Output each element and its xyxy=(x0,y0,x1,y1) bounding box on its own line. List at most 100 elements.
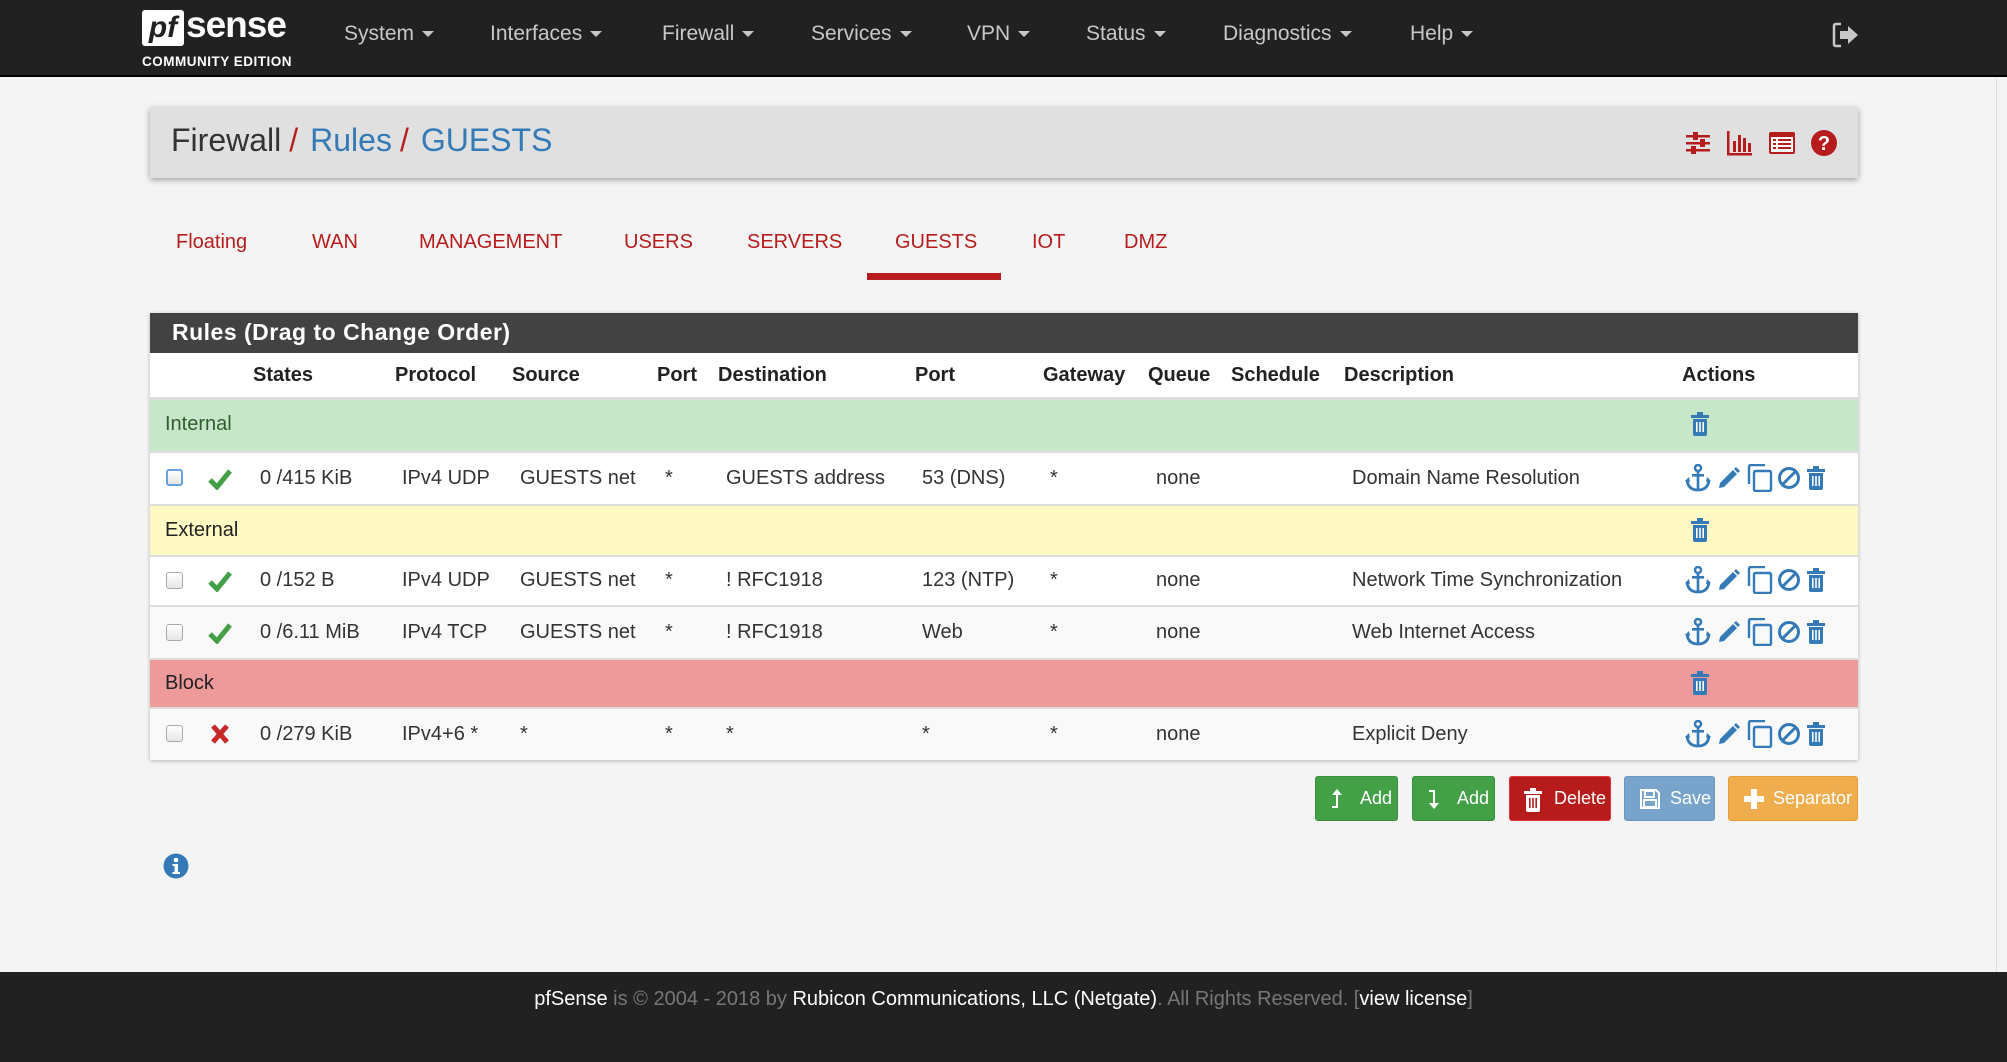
rule-actions xyxy=(1685,618,1825,648)
delete-separator-icon[interactable] xyxy=(1691,518,1709,542)
pencil-icon[interactable] xyxy=(1717,620,1741,644)
question-circle-icon[interactable]: ? xyxy=(1810,129,1838,157)
pencil-icon[interactable] xyxy=(1717,722,1741,746)
list-alt-icon[interactable] xyxy=(1768,129,1796,157)
copy-icon[interactable] xyxy=(1747,464,1773,492)
tab-floating[interactable]: Floating xyxy=(176,231,247,254)
ban-icon[interactable] xyxy=(1777,620,1801,644)
col-queue: Queue xyxy=(1148,364,1211,386)
nav-menu-services[interactable]: Services xyxy=(811,22,912,46)
ban-icon[interactable] xyxy=(1777,568,1801,592)
rule-gateway: * xyxy=(1050,621,1058,643)
nav-menu-help[interactable]: Help xyxy=(1410,22,1474,46)
separator-label: Separator xyxy=(1773,788,1853,808)
rule-source: * xyxy=(520,723,528,745)
rule-description: Web Internet Access xyxy=(1352,621,1536,643)
col-actions: Actions xyxy=(1682,364,1756,386)
tab-iot[interactable]: IOT xyxy=(1032,231,1065,254)
rule-select-checkbox[interactable] xyxy=(166,572,183,589)
ban-icon[interactable] xyxy=(1777,466,1801,490)
nav-menu-firewall[interactable]: Firewall xyxy=(662,22,755,46)
nav-menu-interfaces[interactable]: Interfaces xyxy=(490,22,603,46)
tab-management[interactable]: MANAGEMENT xyxy=(419,231,562,254)
anchor-icon[interactable] xyxy=(1685,464,1711,492)
tab-wan[interactable]: WAN xyxy=(312,231,358,254)
copy-icon[interactable] xyxy=(1747,566,1773,594)
sliders-icon[interactable] xyxy=(1684,129,1712,157)
ban-icon[interactable] xyxy=(1777,722,1801,746)
rule-states[interactable]: 0 /279 KiB xyxy=(260,723,352,746)
footer-rights: . All Rights Reserved. [ xyxy=(1157,988,1360,1010)
caret-down-icon xyxy=(1339,31,1352,38)
rule-states[interactable]: 0 /152 B xyxy=(260,569,335,592)
rule-destination[interactable]: ! RFC1918 xyxy=(726,569,823,592)
info-circle-icon[interactable] xyxy=(163,853,189,879)
rule-actions xyxy=(1685,566,1825,596)
save-label: Save xyxy=(1670,788,1712,808)
table-row[interactable]: 0 /152 B IPv4 UDP GUESTS net * ! RFC1918… xyxy=(150,555,1858,605)
trash-icon[interactable] xyxy=(1807,568,1825,592)
add-rule-bottom-button[interactable]: Add xyxy=(1412,776,1495,821)
col-description: Description xyxy=(1344,364,1455,386)
separator-row[interactable]: Internal xyxy=(150,400,1858,451)
tab-guests[interactable]: GUESTS xyxy=(895,231,977,254)
breadcrumb-firewall: Firewall xyxy=(171,122,282,158)
copy-icon[interactable] xyxy=(1747,720,1773,748)
plus-icon xyxy=(1744,789,1764,809)
trash-icon[interactable] xyxy=(1807,722,1825,746)
table-header: States Protocol Source Port Destination … xyxy=(150,353,1858,400)
footer-company-link[interactable]: Rubicon Communications, LLC (Netgate) xyxy=(792,988,1157,1010)
separator-label: Block xyxy=(165,672,214,694)
rule-dest-port[interactable]: Web xyxy=(922,621,963,644)
rule-select-checkbox[interactable] xyxy=(166,469,183,486)
rule-actions xyxy=(1685,464,1825,494)
copy-icon[interactable] xyxy=(1747,618,1773,646)
rule-states[interactable]: 0 /415 KiB xyxy=(260,467,352,490)
nav-menu-system[interactable]: System xyxy=(344,22,435,46)
anchor-icon[interactable] xyxy=(1685,618,1711,646)
table-row[interactable]: 0 /415 KiB IPv4 UDP GUESTS net * GUESTS … xyxy=(150,451,1858,504)
col-states: States xyxy=(253,364,314,386)
trash-icon[interactable] xyxy=(1807,466,1825,490)
table-row[interactable]: 0 /6.11 MiB IPv4 TCP GUESTS net * ! RFC1… xyxy=(150,605,1858,658)
save-button[interactable]: Save xyxy=(1624,776,1715,821)
pencil-icon[interactable] xyxy=(1717,568,1741,592)
rule-queue: none xyxy=(1156,723,1201,745)
footer-product-link[interactable]: pfSense xyxy=(534,988,607,1010)
col-gateway: Gateway xyxy=(1043,364,1126,386)
rule-select-checkbox[interactable] xyxy=(166,624,183,641)
separator-row[interactable]: Block xyxy=(150,658,1858,707)
view-license-link[interactable]: view license xyxy=(1359,988,1467,1010)
pencil-icon[interactable] xyxy=(1717,466,1741,490)
breadcrumb-rules[interactable]: Rules xyxy=(310,122,392,159)
rule-destination[interactable]: ! RFC1918 xyxy=(726,621,823,644)
add-rule-top-button[interactable]: Add xyxy=(1315,776,1398,821)
tab-users[interactable]: USERS xyxy=(624,231,693,254)
trash-icon[interactable] xyxy=(1807,620,1825,644)
nav-menu-status[interactable]: Status xyxy=(1086,22,1166,46)
rule-states[interactable]: 0 /6.11 MiB xyxy=(260,621,360,644)
delete-separator-icon[interactable] xyxy=(1691,671,1709,695)
svg-text:?: ? xyxy=(1818,133,1830,155)
anchor-icon[interactable] xyxy=(1685,720,1711,748)
breadcrumb-guests[interactable]: GUESTS xyxy=(421,122,553,159)
active-tab-indicator xyxy=(867,273,1001,280)
sign-out-icon[interactable] xyxy=(1832,22,1860,48)
logo-wordmark: sense xyxy=(186,4,287,45)
rule-select-checkbox[interactable] xyxy=(166,725,183,742)
delete-button[interactable]: Delete xyxy=(1509,776,1611,821)
tab-dmz[interactable]: DMZ xyxy=(1124,231,1167,254)
separator-row[interactable]: External xyxy=(150,504,1858,555)
add-separator-button[interactable]: Separator xyxy=(1728,776,1858,821)
logo-edition: COMMUNITY EDITION xyxy=(142,54,292,69)
nav-menu-vpn[interactable]: VPN xyxy=(967,22,1031,46)
bar-chart-icon[interactable] xyxy=(1725,129,1753,157)
table-row[interactable]: 0 /279 KiB IPv4+6 * * * * * * none Expli… xyxy=(150,707,1858,760)
delete-separator-icon[interactable] xyxy=(1691,412,1709,436)
nav-menu-diagnostics[interactable]: Diagnostics xyxy=(1223,22,1352,46)
page-scrollbar[interactable] xyxy=(1996,77,2007,972)
anchor-icon[interactable] xyxy=(1685,566,1711,594)
block-x-icon xyxy=(211,724,229,744)
tab-servers[interactable]: SERVERS xyxy=(747,231,842,254)
pfsense-logo[interactable]: pf sense COMMUNITY EDITION xyxy=(142,4,302,70)
